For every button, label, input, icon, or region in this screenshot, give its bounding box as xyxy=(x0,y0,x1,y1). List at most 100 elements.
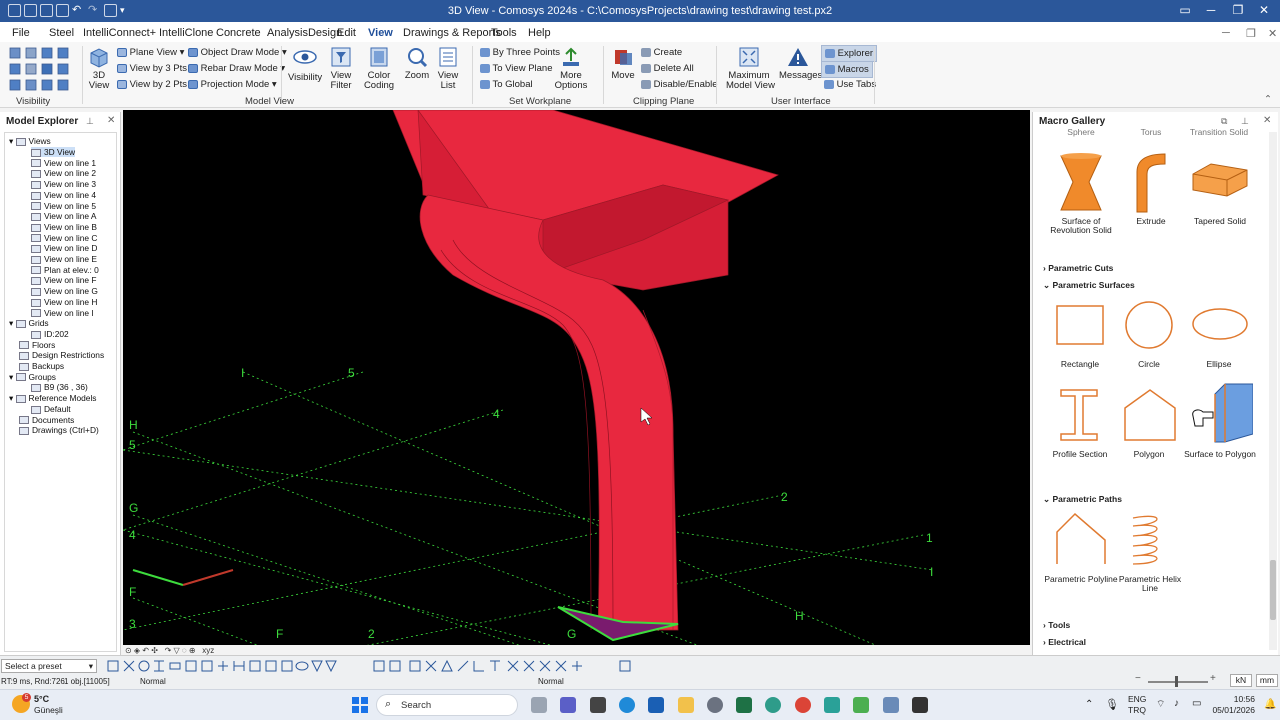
tree-item-view-line-3[interactable]: View on line 3 xyxy=(31,179,96,189)
tree-item-default[interactable]: Default xyxy=(31,404,71,414)
tray-chevron-icon[interactable]: ⌃ xyxy=(1085,699,1093,710)
notes-icon[interactable] xyxy=(824,697,840,713)
zoom-slider[interactable] xyxy=(1148,676,1208,687)
tree-item-grids[interactable]: ▾ Grids xyxy=(9,318,49,328)
menu-drawings-reports[interactable]: Drawings & Reports xyxy=(403,27,501,39)
macro-torus[interactable]: Torus xyxy=(1121,128,1181,137)
view-list-button[interactable]: View List xyxy=(436,46,460,91)
teams-icon[interactable] xyxy=(560,697,576,713)
zoom-slider-thumb[interactable] xyxy=(1175,676,1178,687)
tree-item-view-line-e[interactable]: View on line E xyxy=(31,254,97,264)
macro-sphere[interactable]: Sphere xyxy=(1051,128,1111,137)
zoom-button[interactable]: Zoom xyxy=(404,46,430,81)
color-coding-button[interactable]: Color Coding xyxy=(362,46,396,91)
tree-item-groups[interactable]: ▾ Groups xyxy=(9,372,56,382)
macros-toggle[interactable]: Macros xyxy=(821,61,873,78)
menu-steel[interactable]: Steel xyxy=(49,27,74,39)
extrude-icon[interactable] xyxy=(1131,152,1171,214)
tree-item-view-line-g[interactable]: View on line G xyxy=(31,286,98,296)
tree-item-backups[interactable]: Backups xyxy=(19,361,64,371)
zoom-in-icon[interactable]: + xyxy=(1210,673,1216,684)
view-filter-button[interactable]: View Filter xyxy=(328,46,354,91)
close-panel-icon[interactable]: ✕ xyxy=(107,115,115,126)
ellipse-icon[interactable] xyxy=(1191,307,1249,341)
tree-item-floors[interactable]: Floors xyxy=(19,340,55,350)
tree-item-design-restrictions[interactable]: Design Restrictions xyxy=(19,350,104,360)
menu-intelliclone[interactable]: IntelliClone xyxy=(159,27,213,39)
section-parametric-cuts[interactable]: › Parametric Cuts xyxy=(1043,263,1113,273)
surface-revolution-icon[interactable] xyxy=(1055,152,1107,214)
tree-item-view-line-d[interactable]: View on line D xyxy=(31,243,97,253)
messages-button[interactable]: Messages xyxy=(779,46,822,81)
view-by-2pts-button[interactable]: View by 2 Pts xyxy=(117,79,187,90)
scrollbar-thumb[interactable] xyxy=(1270,560,1276,620)
wifi-icon[interactable]: ⌔ xyxy=(1156,698,1165,711)
circle-icon[interactable] xyxy=(1124,300,1174,350)
3d-viewport[interactable]: I 5 4 H 5 G 4 F 3 F 2 2 1 I H G xyxy=(123,110,1030,645)
close-panel-icon[interactable]: ✕ xyxy=(1263,115,1271,126)
plane-view-button[interactable]: Plane View ▾ xyxy=(117,47,184,58)
preset-select[interactable]: Select a preset ▾ xyxy=(1,659,97,673)
zoom-out-icon[interactable]: − xyxy=(1135,673,1141,684)
view-by-3pts-button[interactable]: View by 3 Pts xyxy=(117,63,187,74)
battery-icon[interactable]: ▭ xyxy=(1192,698,1201,709)
gallery-scrollbar[interactable] xyxy=(1269,132,1277,650)
menu-analysisdesign[interactable]: AnalysisDesign xyxy=(267,27,342,39)
snap-toolbar[interactable] xyxy=(104,659,644,673)
clock-date[interactable]: 05/01/2026 xyxy=(1205,705,1255,715)
excel-icon[interactable] xyxy=(736,697,752,713)
menu-edit[interactable]: Edit xyxy=(337,27,356,39)
mdi-minimize-icon[interactable]: ─ xyxy=(1222,27,1230,39)
tree-item-view-line-i[interactable]: View on line I xyxy=(31,308,94,318)
tree-item-view-line-c[interactable]: View on line C xyxy=(31,233,97,243)
tree-item-view-line-a[interactable]: View on line A xyxy=(31,211,96,221)
mail-icon[interactable] xyxy=(648,697,664,713)
force-unit[interactable]: kN xyxy=(1230,674,1252,687)
file-explorer-icon[interactable] xyxy=(678,697,694,713)
tree-item-view-line-b[interactable]: View on line B xyxy=(31,222,97,232)
tree-item-view-line-5[interactable]: View on line 5 xyxy=(31,201,96,211)
tree-item-view-line-2[interactable]: View on line 2 xyxy=(31,168,96,178)
section-parametric-paths[interactable]: ⌄ Parametric Paths xyxy=(1043,494,1122,505)
network-app-icon[interactable] xyxy=(765,697,781,713)
tree-item-view-line-4[interactable]: View on line 4 xyxy=(31,190,96,200)
volume-icon[interactable]: ♪ xyxy=(1174,698,1179,709)
store-icon[interactable] xyxy=(590,697,606,713)
to-global-button[interactable]: To Global xyxy=(480,79,533,90)
menu-help[interactable]: Help xyxy=(528,27,551,39)
create-clip-button[interactable]: Create xyxy=(641,47,682,58)
maximize-button[interactable]: ❐ xyxy=(1230,3,1246,19)
surface-to-polygon-icon[interactable] xyxy=(1189,382,1253,444)
tree-item-view-line-1[interactable]: View on line 1 xyxy=(31,158,96,168)
tree-item-documents[interactable]: Documents xyxy=(19,415,74,425)
input-language[interactable]: ENG xyxy=(1128,694,1146,704)
pin-icon[interactable]: ⊥ xyxy=(1241,116,1249,127)
to-view-plane-button[interactable]: To View Plane xyxy=(480,63,553,74)
restore-layout-icon[interactable]: ▭ xyxy=(1177,3,1193,19)
collapse-ribbon-icon[interactable]: ⌃ xyxy=(1264,94,1272,105)
projection-mode-button[interactable]: Projection Mode ▾ xyxy=(188,79,277,90)
viewport-tool-icons[interactable]: ⊙ ◈ ↶ ✣ ↷ ▽ ◌ ⊕ xyz xyxy=(125,646,214,655)
mdi-close-icon[interactable]: ✕ xyxy=(1268,27,1277,40)
pin-icon[interactable]: ⊥ xyxy=(86,116,94,127)
edge-icon[interactable] xyxy=(619,697,635,713)
polygon-icon[interactable] xyxy=(1123,388,1177,442)
rectangle-icon[interactable] xyxy=(1055,304,1105,346)
menu-tools[interactable]: Tools xyxy=(491,27,517,39)
tree-item-grid-id[interactable]: ID:202 xyxy=(31,329,69,339)
taskbar-search[interactable]: ⌕ Search xyxy=(376,694,518,716)
macro-transition-solid[interactable]: Transition Solid xyxy=(1189,128,1249,137)
tree-item-drawings[interactable]: Drawings (Ctrl+D) xyxy=(19,425,99,435)
section-electrical[interactable]: › Electrical xyxy=(1043,637,1086,647)
notifications-icon[interactable]: 🔔 xyxy=(1264,699,1276,710)
section-parametric-surfaces[interactable]: ⌄ Parametric Surfaces xyxy=(1043,280,1135,291)
tree-item-views[interactable]: ▾ Views xyxy=(9,136,51,146)
windows-start-icon[interactable] xyxy=(352,697,368,713)
length-unit[interactable]: mm xyxy=(1256,674,1278,687)
float-panel-icon[interactable]: ⧉ xyxy=(1221,116,1227,127)
maximum-model-view-button[interactable]: Maximum Model View xyxy=(726,46,775,91)
section-tools[interactable]: › Tools xyxy=(1043,620,1070,630)
use-tabs-toggle[interactable]: Use Tabs xyxy=(824,79,876,90)
tree-item-plan-elev[interactable]: Plan at elev.: 0 xyxy=(31,265,99,275)
more-options-button[interactable]: More Options xyxy=(554,46,588,91)
